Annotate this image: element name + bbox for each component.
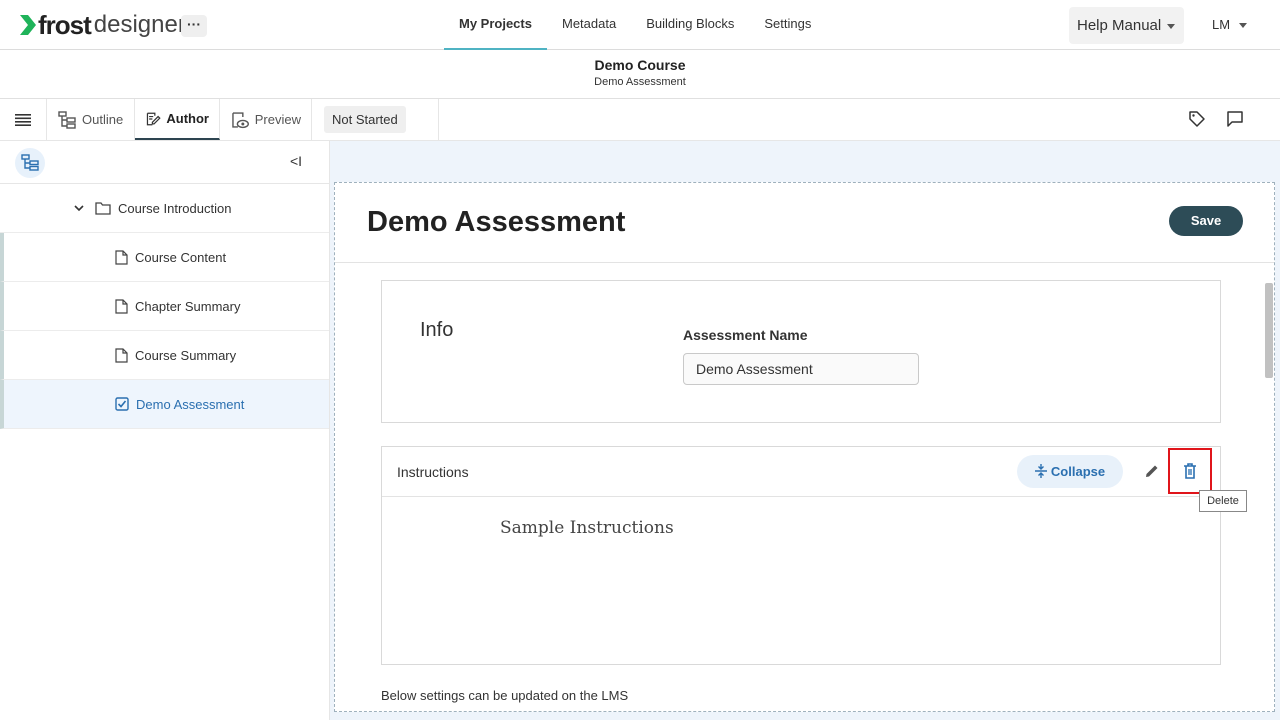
course-title: Demo Course — [594, 57, 686, 73]
vertical-scrollbar[interactable] — [1265, 283, 1273, 378]
logo-text-light: designer — [93, 11, 186, 38]
course-subtitle: Demo Assessment — [594, 76, 686, 88]
toolbar-divider — [438, 99, 439, 140]
logo-arrow-icon — [20, 15, 36, 35]
outline-sidebar: <I Course Introduction Course Content Ch… — [0, 141, 330, 720]
collapse-button-label: Collapse — [1050, 464, 1106, 479]
nav-metadata[interactable]: Metadata — [547, 0, 631, 50]
instructions-title: Instructions — [397, 464, 469, 480]
help-manual-dropdown[interactable]: Help Manual — [1069, 7, 1184, 44]
info-card: Info Assessment Name — [381, 280, 1221, 423]
tree-view-button[interactable] — [15, 148, 45, 178]
sidebar-item-label: Course Content — [135, 249, 227, 265]
help-manual-label: Help Manual — [1077, 17, 1162, 34]
user-initials: LM — [1212, 17, 1231, 32]
top-navigation: frost designer ··· My Projects Metadata … — [0, 0, 1280, 50]
frost-designer-logo[interactable]: frost designer — [20, 10, 186, 40]
page-icon — [115, 249, 128, 265]
sidebar-item-label: Demo Assessment — [136, 396, 245, 412]
folder-label: Course Introduction — [118, 200, 232, 216]
sidebar-item-course-content[interactable]: Course Content — [0, 233, 329, 282]
user-menu-dropdown[interactable]: LM — [1212, 17, 1248, 32]
sidebar-item-label: Course Summary — [135, 347, 237, 363]
page-title: Demo Assessment — [367, 206, 626, 238]
editor-header: Demo Assessment Save — [335, 183, 1274, 263]
tag-icon[interactable] — [1187, 109, 1207, 129]
pencil-edit-icon[interactable] — [1144, 463, 1160, 479]
info-section-label: Info — [420, 319, 454, 341]
nav-my-projects[interactable]: My Projects — [444, 0, 547, 50]
nav-settings[interactable]: Settings — [749, 0, 826, 50]
page-icon — [115, 347, 128, 363]
instructions-header: Instructions Collapse — [382, 447, 1220, 497]
instructions-body-text[interactable]: Sample Instructions — [500, 518, 674, 538]
chevron-down-icon — [74, 205, 84, 212]
tab-outline[interactable]: Outline — [47, 99, 135, 140]
tree-view-icon — [21, 154, 39, 171]
nav-building-blocks[interactable]: Building Blocks — [631, 0, 749, 50]
caret-down-icon — [1239, 23, 1248, 29]
folder-course-introduction[interactable]: Course Introduction — [0, 184, 329, 233]
caret-down-icon — [1167, 23, 1176, 29]
lms-settings-note: Below settings can be updated on the LMS — [381, 688, 629, 703]
hamburger-menu-button[interactable] — [0, 99, 47, 140]
tab-preview-label: Preview — [254, 112, 301, 127]
comment-icon[interactable] — [1225, 109, 1245, 129]
instructions-card: Instructions Collapse Sample Instruction… — [381, 446, 1221, 665]
collapse-arrows-icon — [1034, 464, 1047, 478]
delete-tooltip: Delete — [1199, 490, 1247, 512]
course-header: Demo Course Demo Assessment — [0, 50, 1280, 99]
assessment-name-label: Assessment Name — [683, 327, 808, 343]
sidebar-item-demo-assessment[interactable]: Demo Assessment — [0, 380, 329, 429]
preview-eye-icon — [232, 111, 249, 128]
logo-text-bold: frost — [38, 9, 92, 40]
more-menu-button[interactable]: ··· — [181, 15, 207, 37]
main-nav: My Projects Metadata Building Blocks Set… — [444, 0, 826, 50]
save-button[interactable]: Save — [1169, 206, 1243, 236]
collapse-button[interactable]: Collapse — [1017, 455, 1123, 488]
outline-tree-icon — [58, 110, 76, 129]
sidebar-item-chapter-summary[interactable]: Chapter Summary — [0, 282, 329, 331]
tab-outline-label: Outline — [82, 112, 124, 127]
sidebar-item-label: Chapter Summary — [135, 298, 241, 314]
status-badge[interactable]: Not Started — [324, 106, 406, 133]
tab-author[interactable]: Author — [135, 99, 220, 140]
trash-delete-icon[interactable] — [1182, 462, 1198, 480]
page-icon — [115, 298, 128, 314]
assessment-name-input[interactable] — [683, 353, 919, 385]
sidebar-item-course-summary[interactable]: Course Summary — [0, 331, 329, 380]
tab-preview[interactable]: Preview — [220, 99, 312, 140]
folder-icon — [95, 202, 111, 215]
sidebar-header: <I — [0, 141, 329, 184]
author-edit-icon — [146, 112, 161, 125]
assessment-checkbox-icon — [115, 397, 129, 411]
collapse-sidebar-button[interactable]: <I — [290, 153, 302, 169]
tab-author-label: Author — [166, 111, 209, 126]
hamburger-icon — [15, 113, 31, 126]
editor-toolbar: Outline Author Preview Not Started — [0, 99, 1280, 141]
editor-canvas: Demo Assessment Save Info Assessment Nam… — [334, 182, 1275, 712]
